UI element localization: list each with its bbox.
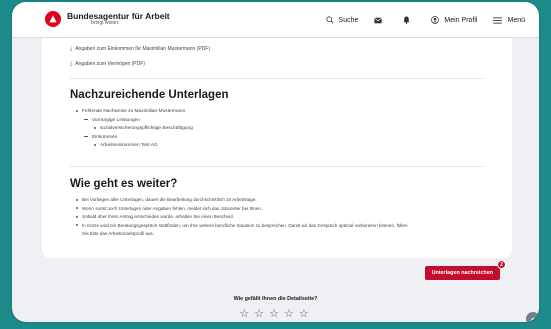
download-list: ⤓ Angaben zum Einkommen für Maximilian M… (70, 42, 210, 72)
download-link[interactable]: ⤓ Angaben zum Einkommen für Maximilian M… (70, 42, 210, 57)
list-item: Einkommen (84, 134, 118, 140)
next-steps-list: Bei Vorliegen aller Unterlagen, dauert d… (76, 196, 496, 239)
list-item: Fehlende Nachweise zu Maximilian Musterm… (76, 108, 193, 117)
logo[interactable]: Bundesagentur für Arbeit bringt weiter. (45, 11, 170, 27)
star-rating: ☆ ☆ ☆ ☆ ☆ (238, 307, 312, 320)
menu-label: Menü (507, 16, 525, 24)
scroll-top-button[interactable] (526, 312, 539, 322)
list-item: Sobald über Ihren Antrag entschieden wur… (76, 213, 496, 222)
list-item: In Kürze wird ein Beratungsgespräch stat… (76, 222, 496, 231)
header-nav: Suche Mein Profil Menü (310, 2, 525, 38)
menu-button[interactable]: Menü (493, 17, 525, 24)
list-item: Arbeitseinkommen Test AG (76, 142, 193, 151)
search-label: Suche (338, 16, 359, 24)
missing-docs-list: Fehlende Nachweise zu Maximilian Musterm… (76, 108, 193, 151)
star-icon[interactable]: ☆ (239, 307, 252, 320)
profile-button[interactable]: Mein Profil (431, 16, 477, 24)
next-steps-title: Wie geht es weiter? (70, 178, 178, 190)
missing-docs-title: Nachzureichende Unterlagen (70, 89, 229, 101)
browser-frame: Bundesagentur für Arbeit bringt weiter. … (12, 2, 539, 322)
list-item: Wenn sonst noch Unterlagen oder Angaben … (76, 205, 496, 214)
download-icon: ⤓ (70, 46, 73, 52)
mail-icon (374, 16, 383, 23)
list-item: sozialversicherungspflichtige Beschäftig… (76, 125, 193, 134)
star-icon[interactable]: ☆ (269, 307, 282, 320)
search-button[interactable]: Suche (325, 16, 359, 24)
search-icon (325, 16, 334, 24)
list-item: Bei Vorliegen aller Unterlagen, dauert d… (76, 196, 496, 205)
detail-content: ⤓ Angaben zum Einkommen für Maximilian M… (42, 38, 512, 258)
mail-button[interactable] (374, 16, 387, 24)
download-link[interactable]: ⤓ Angaben zum Vermögen (PDF) (70, 57, 210, 72)
notifications-button[interactable] (403, 16, 415, 24)
download-icon: ⤓ (70, 61, 73, 67)
logo-name: Bundesagentur für Arbeit (67, 10, 170, 21)
upload-documents-button[interactable]: Unterlagen nachreichen (424, 266, 500, 280)
list-item-continuation[interactable]: Sie bitte das Arbeitsmarktprofil aus. (76, 230, 496, 239)
section-divider (70, 166, 484, 167)
action-bar: Unterlagen nachreichen 2 (42, 258, 512, 288)
star-icon[interactable]: ☆ (299, 307, 312, 320)
star-icon[interactable]: ☆ (284, 307, 297, 320)
section-divider (70, 78, 484, 79)
rating-question: Wie gefällt Ihnen die Detailseite? (233, 296, 318, 302)
user-icon (431, 16, 440, 24)
list-item: Vorrangige Leistungen (84, 117, 141, 123)
star-icon[interactable]: ☆ (254, 307, 267, 320)
logo-icon (45, 11, 61, 27)
notification-badge: 2 (497, 260, 506, 269)
logo-slogan: bringt weiter. (91, 20, 120, 27)
bell-icon (403, 16, 410, 24)
chevron-up-icon (529, 316, 537, 321)
page-rating: Wie gefällt Ihnen die Detailseite? ☆ ☆ ☆… (12, 296, 539, 322)
profile-label: Mein Profil (444, 16, 478, 24)
hamburger-icon (493, 16, 503, 24)
site-header: Bundesagentur für Arbeit bringt weiter. … (12, 2, 539, 38)
